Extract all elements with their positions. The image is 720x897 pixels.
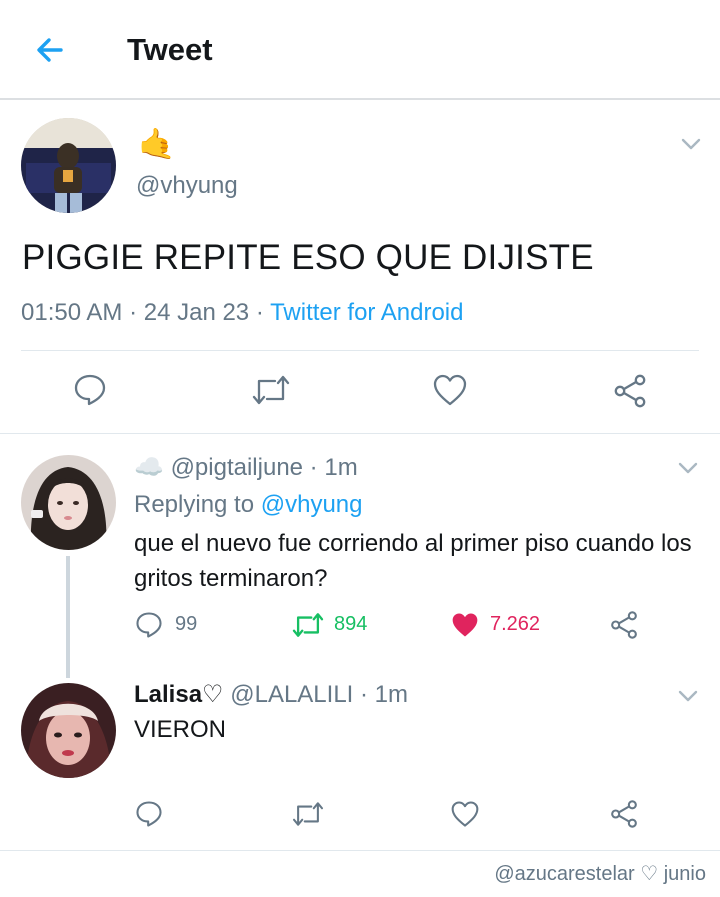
- tweet-source-link[interactable]: Twitter for Android: [270, 299, 463, 326]
- retweet-icon: [252, 375, 290, 405]
- reply-button[interactable]: [135, 611, 163, 639]
- reply-time: 1m: [374, 681, 409, 708]
- replying-to-label: Replying to: [134, 491, 261, 518]
- heart-icon: [451, 801, 479, 827]
- tweet-time: 01:50 AM: [21, 299, 123, 326]
- like-count: 7.262: [490, 613, 541, 635]
- share-button[interactable]: [609, 610, 639, 640]
- reply-avatar[interactable]: [21, 683, 116, 778]
- reply-icon: [136, 612, 162, 638]
- chevron-down-icon[interactable]: [676, 684, 700, 708]
- reply-icon: [74, 374, 106, 406]
- display-name[interactable]: Lalisa♡: [134, 681, 224, 708]
- reply-count: 99: [175, 613, 198, 635]
- divider: [0, 850, 720, 851]
- like-button[interactable]: [432, 373, 468, 407]
- like-button[interactable]: [450, 611, 480, 639]
- cloud-icon: ☁️: [134, 454, 164, 481]
- heart-icon: [433, 374, 467, 406]
- share-icon: [614, 374, 646, 408]
- chevron-down-icon[interactable]: [676, 456, 700, 480]
- heart-filled-icon: [452, 613, 478, 637]
- retweet-button[interactable]: [251, 373, 291, 407]
- meta-separator: ·: [249, 299, 271, 326]
- reply-button[interactable]: [135, 800, 163, 828]
- main-tweet: 🤙 @vhyung PIGGIE REPITE ESO QUE DIJISTE …: [0, 100, 720, 434]
- reply-icon: [136, 801, 162, 827]
- divider: [21, 350, 699, 351]
- retweet-button[interactable]: [291, 611, 325, 639]
- share-icon: [611, 611, 637, 639]
- top-bar: Tweet: [0, 0, 720, 100]
- display-name: 🤙: [138, 128, 176, 161]
- reply-time: 1m: [324, 454, 358, 481]
- chevron-down-icon[interactable]: [679, 132, 703, 156]
- retweet-icon: [292, 613, 324, 637]
- like-button[interactable]: [450, 800, 480, 828]
- page-title: Tweet: [127, 32, 213, 67]
- share-icon: [611, 800, 637, 828]
- username[interactable]: @LALALILI: [230, 681, 353, 708]
- retweet-button[interactable]: [291, 800, 325, 828]
- reply-header: ☁️ @pigtailjune · 1m: [134, 454, 358, 481]
- avatar[interactable]: [21, 118, 116, 213]
- reply-text-line1: que el nuevo fue corriendo al primer pis…: [134, 530, 692, 557]
- share-button[interactable]: [609, 799, 639, 829]
- reply-button[interactable]: [73, 373, 107, 407]
- reply-text-line2: gritos terminaron?: [134, 565, 328, 592]
- retweet-count: 894: [334, 613, 368, 635]
- thread-line: [66, 556, 70, 678]
- tweet-meta: 01:50 AM · 24 Jan 23 · Twitter for Andro…: [21, 299, 463, 327]
- username[interactable]: @pigtailjune: [171, 454, 303, 481]
- retweet-icon: [292, 802, 324, 826]
- reply-header: Lalisa♡ @LALALILI · 1m: [134, 681, 409, 708]
- replying-to: Replying to @vhyung: [134, 491, 363, 519]
- username[interactable]: @vhyung: [136, 172, 238, 200]
- reply-avatar[interactable]: [21, 455, 116, 550]
- share-button[interactable]: [612, 373, 648, 409]
- meta-separator: ·: [122, 299, 144, 326]
- tweet-text: PIGGIE REPITE ESO QUE DIJISTE: [22, 238, 594, 277]
- watermark-text: @azucarestelar ♡ junio: [494, 863, 706, 885]
- tweet-date: 24 Jan 23: [143, 299, 250, 326]
- reply-text: VIERON: [134, 716, 227, 743]
- replying-to-handle[interactable]: @vhyung: [261, 491, 363, 518]
- back-arrow-icon[interactable]: [30, 30, 70, 70]
